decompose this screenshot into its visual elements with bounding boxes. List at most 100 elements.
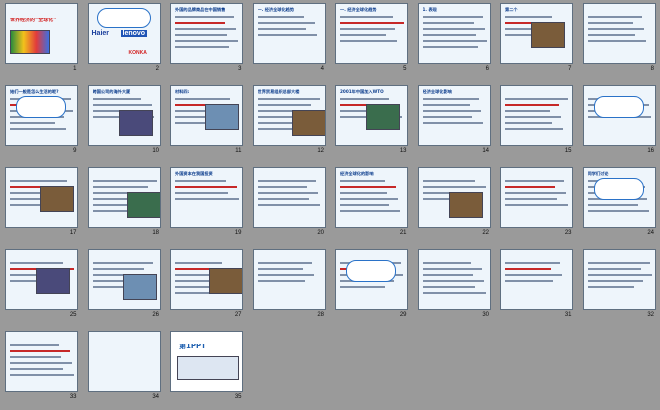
template-preview-image [177,356,239,380]
slide-thumbnail[interactable]: 28 [248,246,331,328]
slide-preview[interactable] [170,249,243,310]
slide-thumbnail[interactable]: 31 [495,246,578,328]
slide-number: 18 [152,230,159,236]
slide-thumbnail[interactable]: 经济全球化影响 14 [413,82,496,164]
slide-number: 14 [482,148,489,154]
slide-thumbnail[interactable]: 15 [495,82,578,164]
slide-thumbnail[interactable]: 外国资本在我国投资 19 [165,164,248,246]
speech-bubble [16,96,66,118]
slide-thumbnail[interactable]: 外国的品牌商品在中国销售 3 [165,0,248,82]
text-line [340,180,385,182]
slide-preview[interactable]: 外国的品牌商品在中国销售 [170,3,243,64]
slide-thumbnail[interactable]: Haier lenovo KONKA 2 [83,0,166,82]
slide-preview[interactable] [87,167,161,228]
slide-thumbnail[interactable]: 跨国公司的海外大厦 10 [83,82,166,164]
slide-preview[interactable] [417,167,491,228]
slide-preview[interactable]: 1. 表现 [417,3,491,64]
slide-preview[interactable]: 世界经济的“全球化” [5,3,78,64]
slide-preview[interactable]: 她们一般是怎么生活的呢? [5,85,78,146]
slide-thumbnail[interactable]: 一. 经济全球化趋势 5 [330,0,413,82]
slide-thumbnail[interactable]: 材料四: 11 [165,82,248,164]
photo-image [448,192,483,218]
text-line [175,22,225,24]
slide-thumbnail[interactable]: 20 [248,164,331,246]
slide-thumbnail[interactable]: 世界经济的“全球化” 1 [0,0,83,82]
slide-preview[interactable] [417,249,491,310]
slide-thumbnail[interactable]: 18 [83,164,166,246]
text-line [10,122,55,124]
text-line [257,192,318,194]
text-line [257,186,307,188]
text-line [422,268,482,270]
slide-preview[interactable]: 一. 经济全球化趋势 [335,3,408,64]
slide-preview[interactable]: Haier lenovo KONKA [87,3,161,64]
text-line [175,46,229,48]
slide-preview[interactable]: 经济全球化影响 [417,85,491,146]
slide-thumbnail[interactable]: 22 [413,164,496,246]
slide-preview[interactable]: 一. 经济全球化趋势 [252,3,326,64]
slide-preview[interactable]: 外国资本在我国投资 [170,167,243,228]
slide-number: 4 [320,66,324,72]
slide-preview[interactable]: 经济全球化的影响 [335,167,408,228]
slide-preview[interactable] [500,167,573,228]
slide-number: 33 [69,394,77,400]
slide-thumbnail[interactable]: 一. 经济全球化趋势 4 [248,0,331,82]
slide-preview[interactable] [87,249,161,310]
slide-preview[interactable] [5,167,78,228]
slide-preview[interactable] [87,331,161,392]
text-line [422,22,474,24]
slide-thumbnail[interactable]: 34 [83,328,166,410]
slide-thumbnail[interactable]: 世界贸易组织总部大楼 12 [248,82,331,164]
slide-preview[interactable]: 第二个 [500,3,573,64]
slide-thumbnail[interactable]: 33 [0,328,83,410]
slide-thumbnail[interactable]: 第1PPT 35 [165,328,248,410]
text-line [257,98,320,100]
slide-preview[interactable] [582,85,656,146]
slide-preview[interactable]: 材料四: [170,85,243,146]
slide-preview[interactable]: 同学们讨论 [582,167,656,228]
slide-preview[interactable] [500,85,573,146]
slide-preview[interactable] [5,249,78,310]
slide-thumbnail[interactable]: 30 [413,246,496,328]
slide-thumbnail[interactable]: 17 [0,164,83,246]
slide-number: 16 [647,148,654,154]
slide-preview[interactable] [582,3,656,64]
slide-thumbnail[interactable]: 她们一般是怎么生活的呢? 9 [0,82,83,164]
slide-thumbnail[interactable]: 8 [578,0,660,82]
slide-thumbnail[interactable]: 32 [578,246,660,328]
slide-preview[interactable]: 2001年中国加入WTO [335,85,408,146]
slide-thumbnail[interactable]: 同学们讨论 24 [578,164,660,246]
text-line [587,34,635,36]
slide-thumbnail[interactable]: 26 [83,246,166,328]
slide-preview[interactable]: 跨国公司的海外大厦 [87,85,161,146]
text-line [175,28,236,30]
slide-title: 同学们讨论 [587,171,609,176]
slide-thumbnail[interactable]: 27 [165,246,248,328]
slide-preview[interactable] [500,249,573,310]
slide-preview[interactable] [335,249,408,310]
slide-title: 一. 经济全球化趋势 [257,7,295,12]
slide-preview[interactable] [582,249,656,310]
slide-number: 9 [73,148,77,154]
slide-preview[interactable]: 世界贸易组织总部大楼 [252,85,326,146]
text-line [340,22,404,24]
slide-preview[interactable] [5,331,78,392]
text-line [257,262,312,264]
text-line [422,40,487,42]
slide-preview[interactable]: 第1PPT [170,331,243,392]
text-line [257,28,306,30]
slide-thumbnail[interactable]: 25 [0,246,83,328]
slide-preview[interactable] [252,249,326,310]
photo-image [118,110,153,136]
slide-thumbnail[interactable]: 经济全球化的影响 21 [330,164,413,246]
slide-number: 31 [564,312,572,318]
slide-thumbnail[interactable]: 第二个 7 [495,0,578,82]
slide-thumbnail[interactable]: 16 [578,82,660,164]
text-line [340,28,395,30]
slide-thumbnail[interactable]: 29 [330,246,413,328]
slide-thumbnail[interactable]: 2001年中国加入WTO 13 [330,82,413,164]
text-line [422,286,475,288]
slide-thumbnail[interactable]: 23 [495,164,578,246]
slide-thumbnail[interactable]: 1. 表现 6 [413,0,496,82]
slide-preview[interactable] [252,167,326,228]
